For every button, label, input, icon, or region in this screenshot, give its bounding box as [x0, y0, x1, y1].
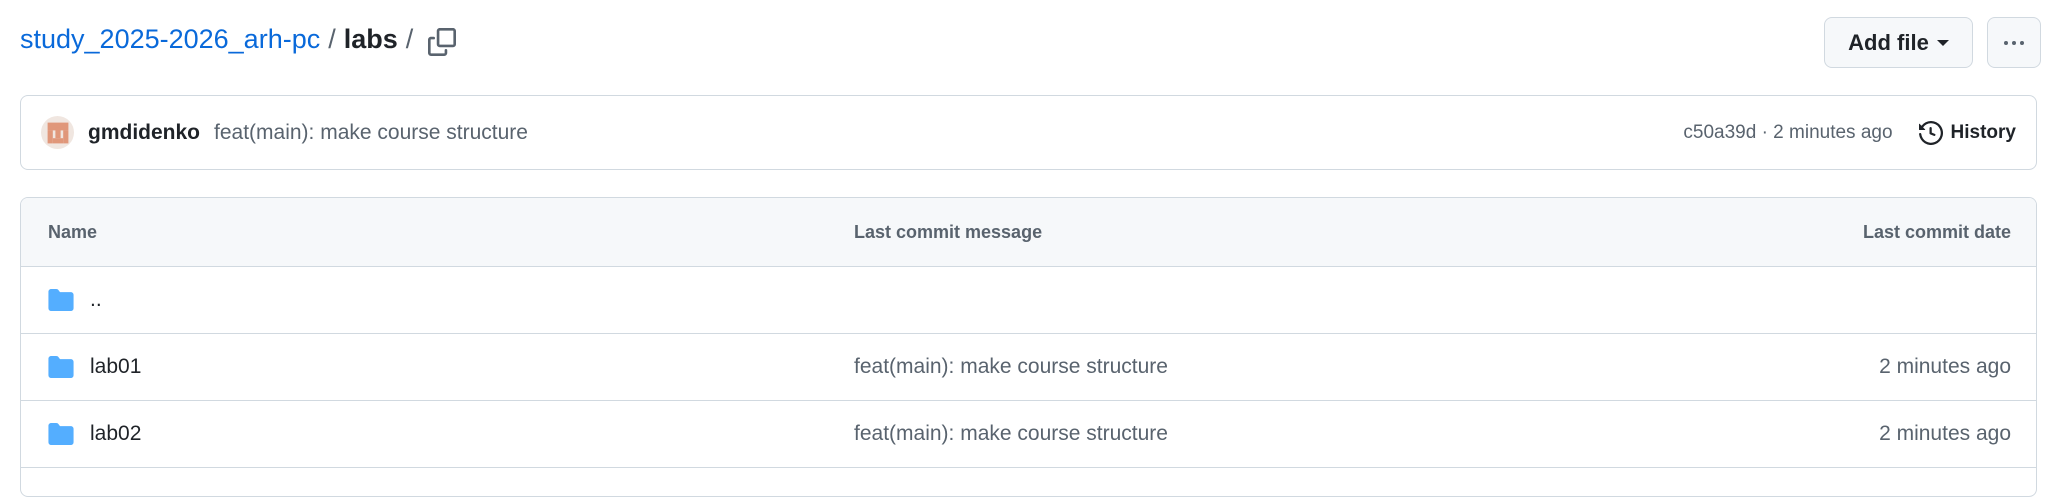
folder-link[interactable]: lab01 [90, 355, 141, 379]
kebab-horizontal-icon [2004, 40, 2024, 45]
history-label: History [1950, 121, 2016, 143]
chevron-down-icon [1936, 39, 1949, 46]
copy-path-icon[interactable] [428, 28, 456, 56]
breadcrumb: study_2025-2026_arh-pc / labs / [20, 24, 413, 55]
breadcrumb-repo-link[interactable]: study_2025-2026_arh-pc [20, 24, 320, 55]
avatar[interactable] [41, 116, 74, 149]
table-row[interactable]: .. [21, 267, 2036, 334]
row-commit-message[interactable]: feat(main): make course structure [854, 422, 1168, 446]
folder-icon [48, 423, 74, 445]
parent-directory-link[interactable]: .. [90, 288, 102, 312]
table-row[interactable]: lab01 feat(main): make course structure … [21, 334, 2036, 401]
breadcrumb-separator: / [328, 24, 336, 54]
row-commit-date: 2 minutes ago [1879, 355, 2011, 378]
history-icon [1918, 120, 1943, 145]
breadcrumb-separator: / [405, 24, 414, 54]
history-button[interactable]: History [1918, 120, 2016, 145]
column-header-name: Name [48, 221, 98, 242]
commit-author-link[interactable]: gmdidenko [88, 121, 200, 145]
column-header-date: Last commit date [1862, 221, 2011, 242]
file-table: Name Last commit message Last commit dat… [20, 197, 2037, 497]
row-commit-message[interactable]: feat(main): make course structure [854, 355, 1168, 379]
latest-commit-bar: gmdidenko feat(main): make course struct… [20, 95, 2037, 170]
commit-sha-time[interactable]: c50a39d · 2 minutes ago [1683, 122, 1892, 144]
more-options-button[interactable] [1987, 17, 2041, 68]
row-commit-date: 2 minutes ago [1879, 422, 2011, 445]
table-row[interactable]: lab02 feat(main): make course structure … [21, 401, 2036, 468]
column-header-message: Last commit message [854, 221, 1043, 242]
folder-icon [48, 356, 74, 378]
add-file-label: Add file [1848, 29, 1929, 55]
commit-message-link[interactable]: feat(main): make course structure [214, 121, 528, 145]
folder-link[interactable]: lab02 [90, 422, 141, 446]
folder-icon [48, 289, 74, 311]
table-header: Name Last commit message Last commit dat… [21, 198, 2036, 267]
add-file-button[interactable]: Add file [1824, 17, 1973, 68]
breadcrumb-current-folder: labs [343, 24, 398, 54]
